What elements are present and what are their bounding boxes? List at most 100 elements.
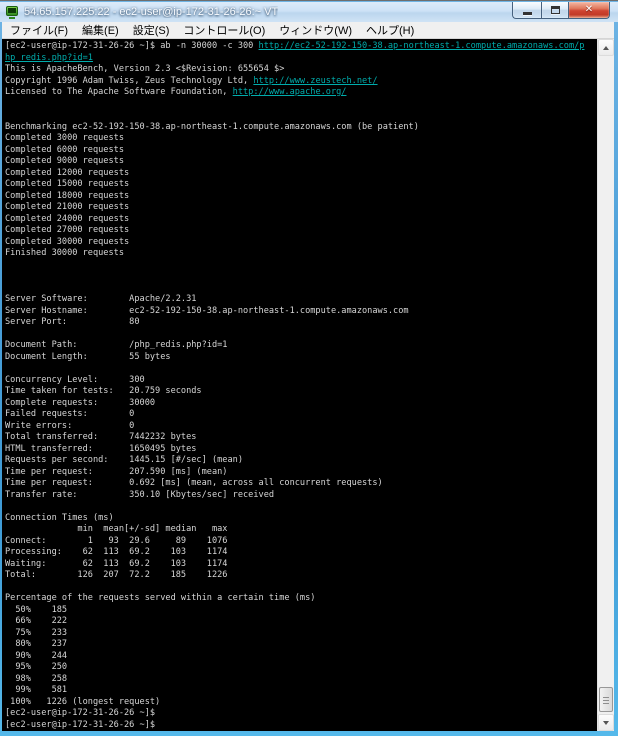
menu-bar: ファイル(F) 編集(E) 設定(S) コントロール(O) ウィンドウ(W) ヘ… [2,22,614,39]
terminal-line: Time per request: 207.590 [ms] (mean) [5,467,597,479]
minimize-button[interactable] [512,2,541,19]
menu-item-control[interactable]: コントロール(O) [176,21,272,40]
terminal-text: Percentage of the requests served within… [5,593,316,603]
terminal-line: Licensed to The Apache Software Foundati… [5,87,597,99]
terminal-line: Failed requests: 0 [5,409,597,421]
terminal-link[interactable]: http://ec2-52-192-150-38.ap-northeast-1.… [259,41,585,51]
terminal-line: 99% 581 [5,685,597,697]
terminal-line: Write errors: 0 [5,421,597,433]
terminal-line: Completed 27000 requests [5,225,597,237]
terminal-text: Complete requests: 30000 [5,397,156,408]
terminal-line: Server Port: 80 [5,317,597,329]
terminal-line: [ec2-user@ip-172-31-26-26 ~]$ [5,720,597,732]
terminal-text: Write errors: 0 [5,420,135,431]
scrollbar-track[interactable] [598,56,614,714]
terminal-line: Completed 30000 requests [5,237,597,249]
terminal-line: Server Software: Apache/2.2.31 [5,294,597,306]
terminal-line: 75% 233 [5,628,597,640]
terminal-line: hp_redis.php?id=1 [5,53,597,65]
terminal-text: Processing: 62 113 69.2 103 1174 [5,547,228,557]
scroll-down-button[interactable] [598,714,614,731]
scroll-down-icon [603,720,609,725]
terminal-text: Completed 12000 requests [5,167,130,178]
terminal-text: 98% 258 [5,673,68,684]
terminal-line: Completed 24000 requests [5,214,597,226]
terminal-link[interactable]: hp_redis.php?id=1 [5,53,93,63]
client-area: [ec2-user@ip-172-31-26-26 ~]$ ab -n 3000… [2,39,614,731]
terminal-line: Concurrency Level: 300 [5,375,597,387]
terminal-text: Completed 9000 requests [5,156,124,166]
maximize-button[interactable] [541,2,569,19]
close-button[interactable]: ✕ [569,2,610,19]
terminal-text: Benchmarking ec2-52-192-150-38.ap-northe… [5,121,419,132]
terminal-line: Percentage of the requests served within… [5,593,597,605]
scroll-up-button[interactable] [598,39,614,56]
terminal-text: 100% 1226 (longest request) [5,696,161,707]
terminal-line: Completed 3000 requests [5,133,597,145]
menu-item-file[interactable]: ファイル(F) [3,21,75,40]
maximize-icon [550,6,560,14]
terminal-line: Total: 126 207 72.2 185 1226 [5,570,597,582]
terminal-line: 100% 1226 (longest request) [5,697,597,709]
terminal-text: Copyright 1996 Adam Twiss, Zeus Technolo… [5,75,254,86]
vertical-scrollbar[interactable] [597,39,614,731]
terminal-line: 95% 250 [5,662,597,674]
terminal-line: HTML transferred: 1650495 bytes [5,444,597,456]
terminal-link[interactable]: http://www.zeustech.net/ [253,76,377,86]
window-controls: ✕ [512,2,610,19]
terminal-text: [ec2-user@ip-172-31-26-26 ~]$ [5,708,156,718]
terminal-line: 80% 237 [5,639,597,651]
minimize-icon [522,11,532,15]
terminal-line: Copyright 1996 Adam Twiss, Zeus Technolo… [5,76,597,88]
terminal-text: 50% 185 [5,604,68,615]
terminal-line: Completed 6000 requests [5,145,597,157]
terminal-text: 99% 581 [5,685,68,695]
terminal-line: Completed 12000 requests [5,168,597,180]
terminal-line: This is ApacheBench, Version 2.3 <$Revis… [5,64,597,76]
terminal-text: Completed 18000 requests [5,190,130,201]
terminal-text: 90% 244 [5,650,68,661]
terminal-line: Benchmarking ec2-52-192-150-38.ap-northe… [5,122,597,134]
terminal-line: min mean[+/-sd] median max [5,524,597,536]
terminal-text: Waiting: 62 113 69.2 103 1174 [5,558,228,569]
menu-item-edit[interactable]: 編集(E) [75,21,126,40]
terminal-link[interactable]: http://www.apache.org/ [233,87,347,97]
terminal-output[interactable]: [ec2-user@ip-172-31-26-26 ~]$ ab -n 3000… [2,39,597,731]
scrollbar-thumb[interactable] [599,687,613,712]
terminal-line: Completed 15000 requests [5,179,597,191]
terminal-line: Transfer rate: 350.10 [Kbytes/sec] recei… [5,490,597,502]
terminal-text: Failed requests: 0 [5,409,135,419]
menu-item-setup[interactable]: 設定(S) [126,21,177,40]
terminal-line: 90% 244 [5,651,597,663]
terminal-line: 66% 222 [5,616,597,628]
terminal-text: Server Hostname: ec2-52-192-150-38.ap-no… [5,305,409,316]
terminal-text: [ec2-user@ip-172-31-26-26 ~]$ ab -n 3000… [5,41,259,51]
menu-item-window[interactable]: ウィンドウ(W) [272,21,359,40]
terminal-line: Connection Times (ms) [5,513,597,525]
scroll-up-icon [603,45,609,50]
terminal-text: Completed 6000 requests [5,144,124,155]
terminal-text: Time per request: 0.692 [ms] (mean, acro… [5,478,383,488]
terminal-text: 66% 222 [5,616,68,626]
terminal-line: Requests per second: 1445.15 [#/sec] (me… [5,455,597,467]
terminal-line: Time per request: 0.692 [ms] (mean, acro… [5,478,597,490]
terminal-text: Connection Times (ms) [5,512,114,523]
terminal-text: HTML transferred: 1650495 bytes [5,443,197,454]
title-bar[interactable]: 54.65.157.225:22 - ec2-user@ip-172-31-26… [0,2,618,22]
terminal-text: Concurrency Level: 300 [5,374,145,385]
terminal-line: 50% 185 [5,605,597,617]
menu-item-help[interactable]: ヘルプ(H) [359,21,421,40]
terminal-text: Connect: 1 93 29.6 89 1076 [5,535,228,546]
terminal-text: [ec2-user@ip-172-31-26-26 ~]$ [5,719,156,730]
teraterm-window: 54.65.157.225:22 - ec2-user@ip-172-31-26… [0,0,618,736]
terminal-line: Finished 30000 requests [5,248,597,260]
terminal-text: This is ApacheBench, Version 2.3 <$Revis… [5,64,285,74]
terminal-text: Completed 27000 requests [5,225,130,235]
